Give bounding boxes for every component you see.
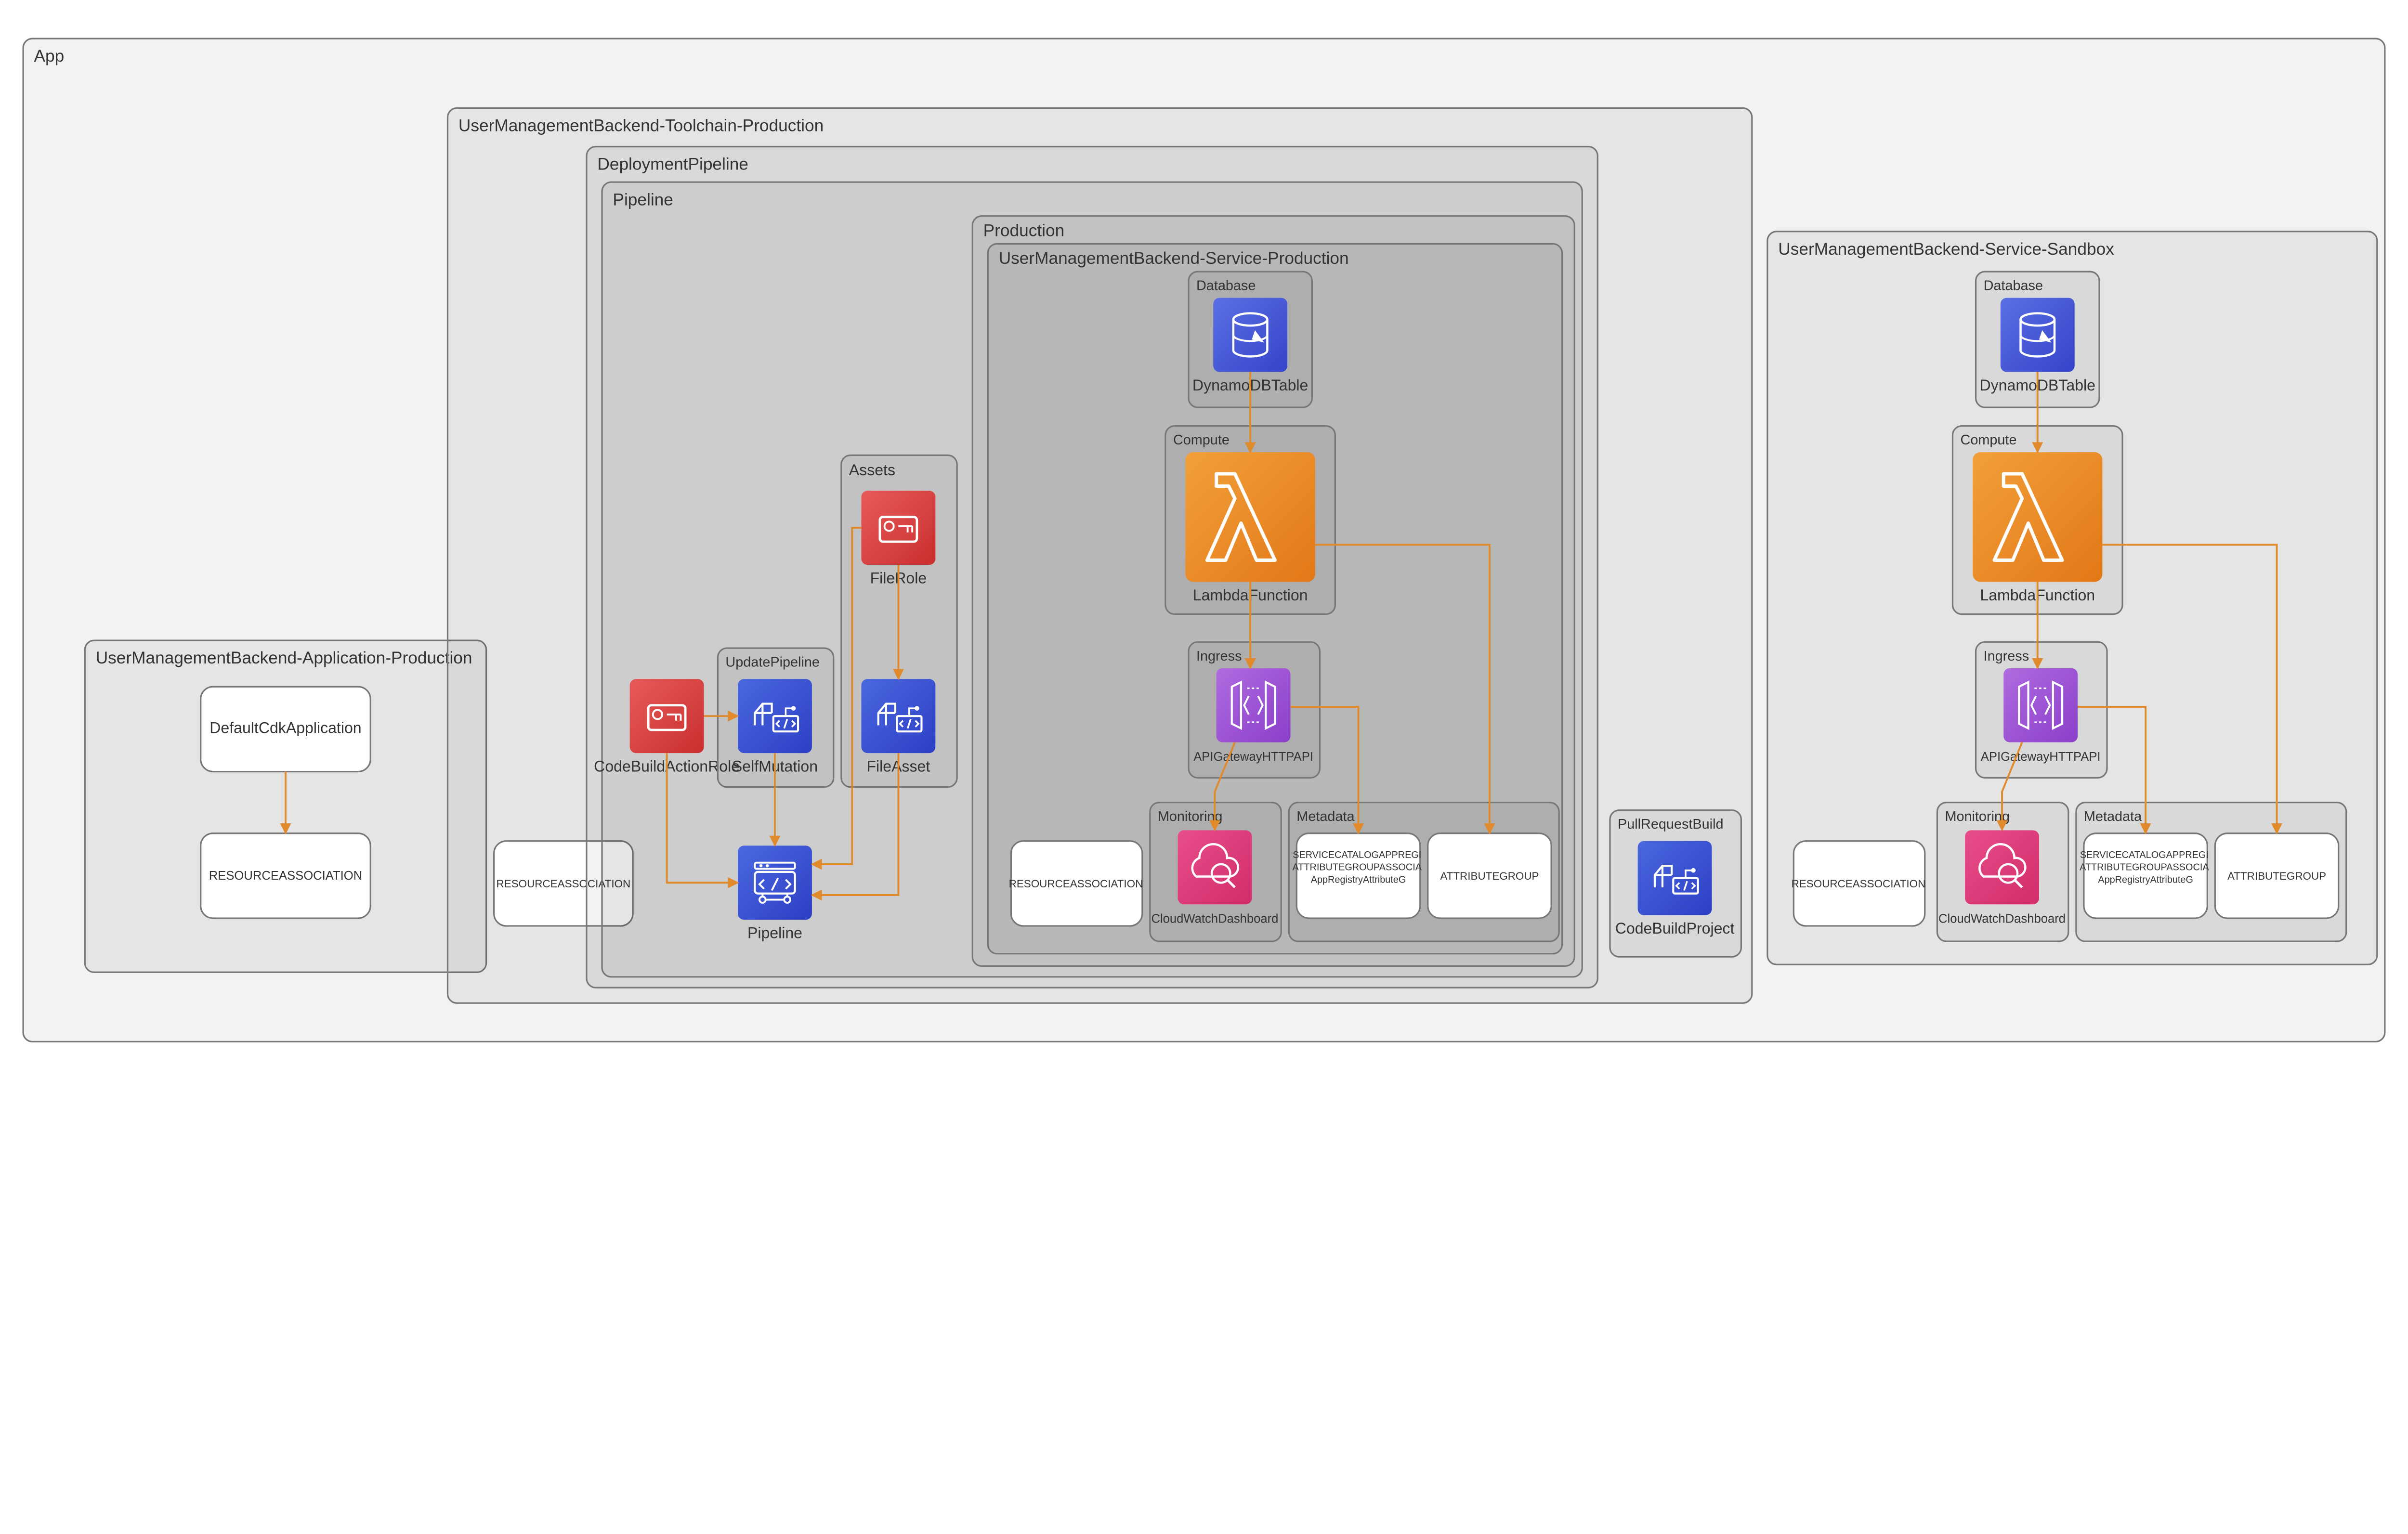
container-application-production: UserManagementBackend-Application-Produc… xyxy=(85,640,486,972)
caption-codebuild-project: CodeBuildProject xyxy=(1615,920,1735,937)
text-sandbox-ra: RESOURCEASSOCIATION xyxy=(1792,878,1926,890)
text-app-prod-resourceassociation: RESOURCEASSOCIATION xyxy=(209,869,362,883)
label-deployment-pipeline: DeploymentPipeline xyxy=(597,155,748,174)
text-default-cdk-application: DefaultCdkApplication xyxy=(209,719,361,736)
label-toolchain: UserManagementBackend-Toolchain-Producti… xyxy=(458,116,824,135)
label-assets: Assets xyxy=(849,461,895,479)
diagram-canvas: App UserManagementBackend-Application-Pr… xyxy=(0,0,2408,1080)
label-sandbox: UserManagementBackend-Service-Sandbox xyxy=(1778,240,2114,259)
label-application-production: UserManagementBackend-Application-Produc… xyxy=(96,649,472,667)
label-service-prod: UserManagementBackend-Service-Production xyxy=(999,249,1349,268)
label-app: App xyxy=(34,47,65,65)
label-update-pipeline: UpdatePipeline xyxy=(725,655,820,670)
container-sandbox: UserManagementBackend-Service-Sandbox RE… xyxy=(1767,232,2377,964)
label-production: Production xyxy=(983,221,1065,240)
container-toolchain: UserManagementBackend-Toolchain-Producti… xyxy=(447,108,1752,1003)
label-pipeline-wrap: Pipeline xyxy=(613,190,673,209)
label-pr-build: PullRequestBuild xyxy=(1618,817,1724,832)
node-pipeline: Pipeline xyxy=(738,845,812,941)
caption-pipeline-node: Pipeline xyxy=(747,924,802,942)
text-service-prod-ra: RESOURCEASSOCIATION xyxy=(1009,878,1143,890)
